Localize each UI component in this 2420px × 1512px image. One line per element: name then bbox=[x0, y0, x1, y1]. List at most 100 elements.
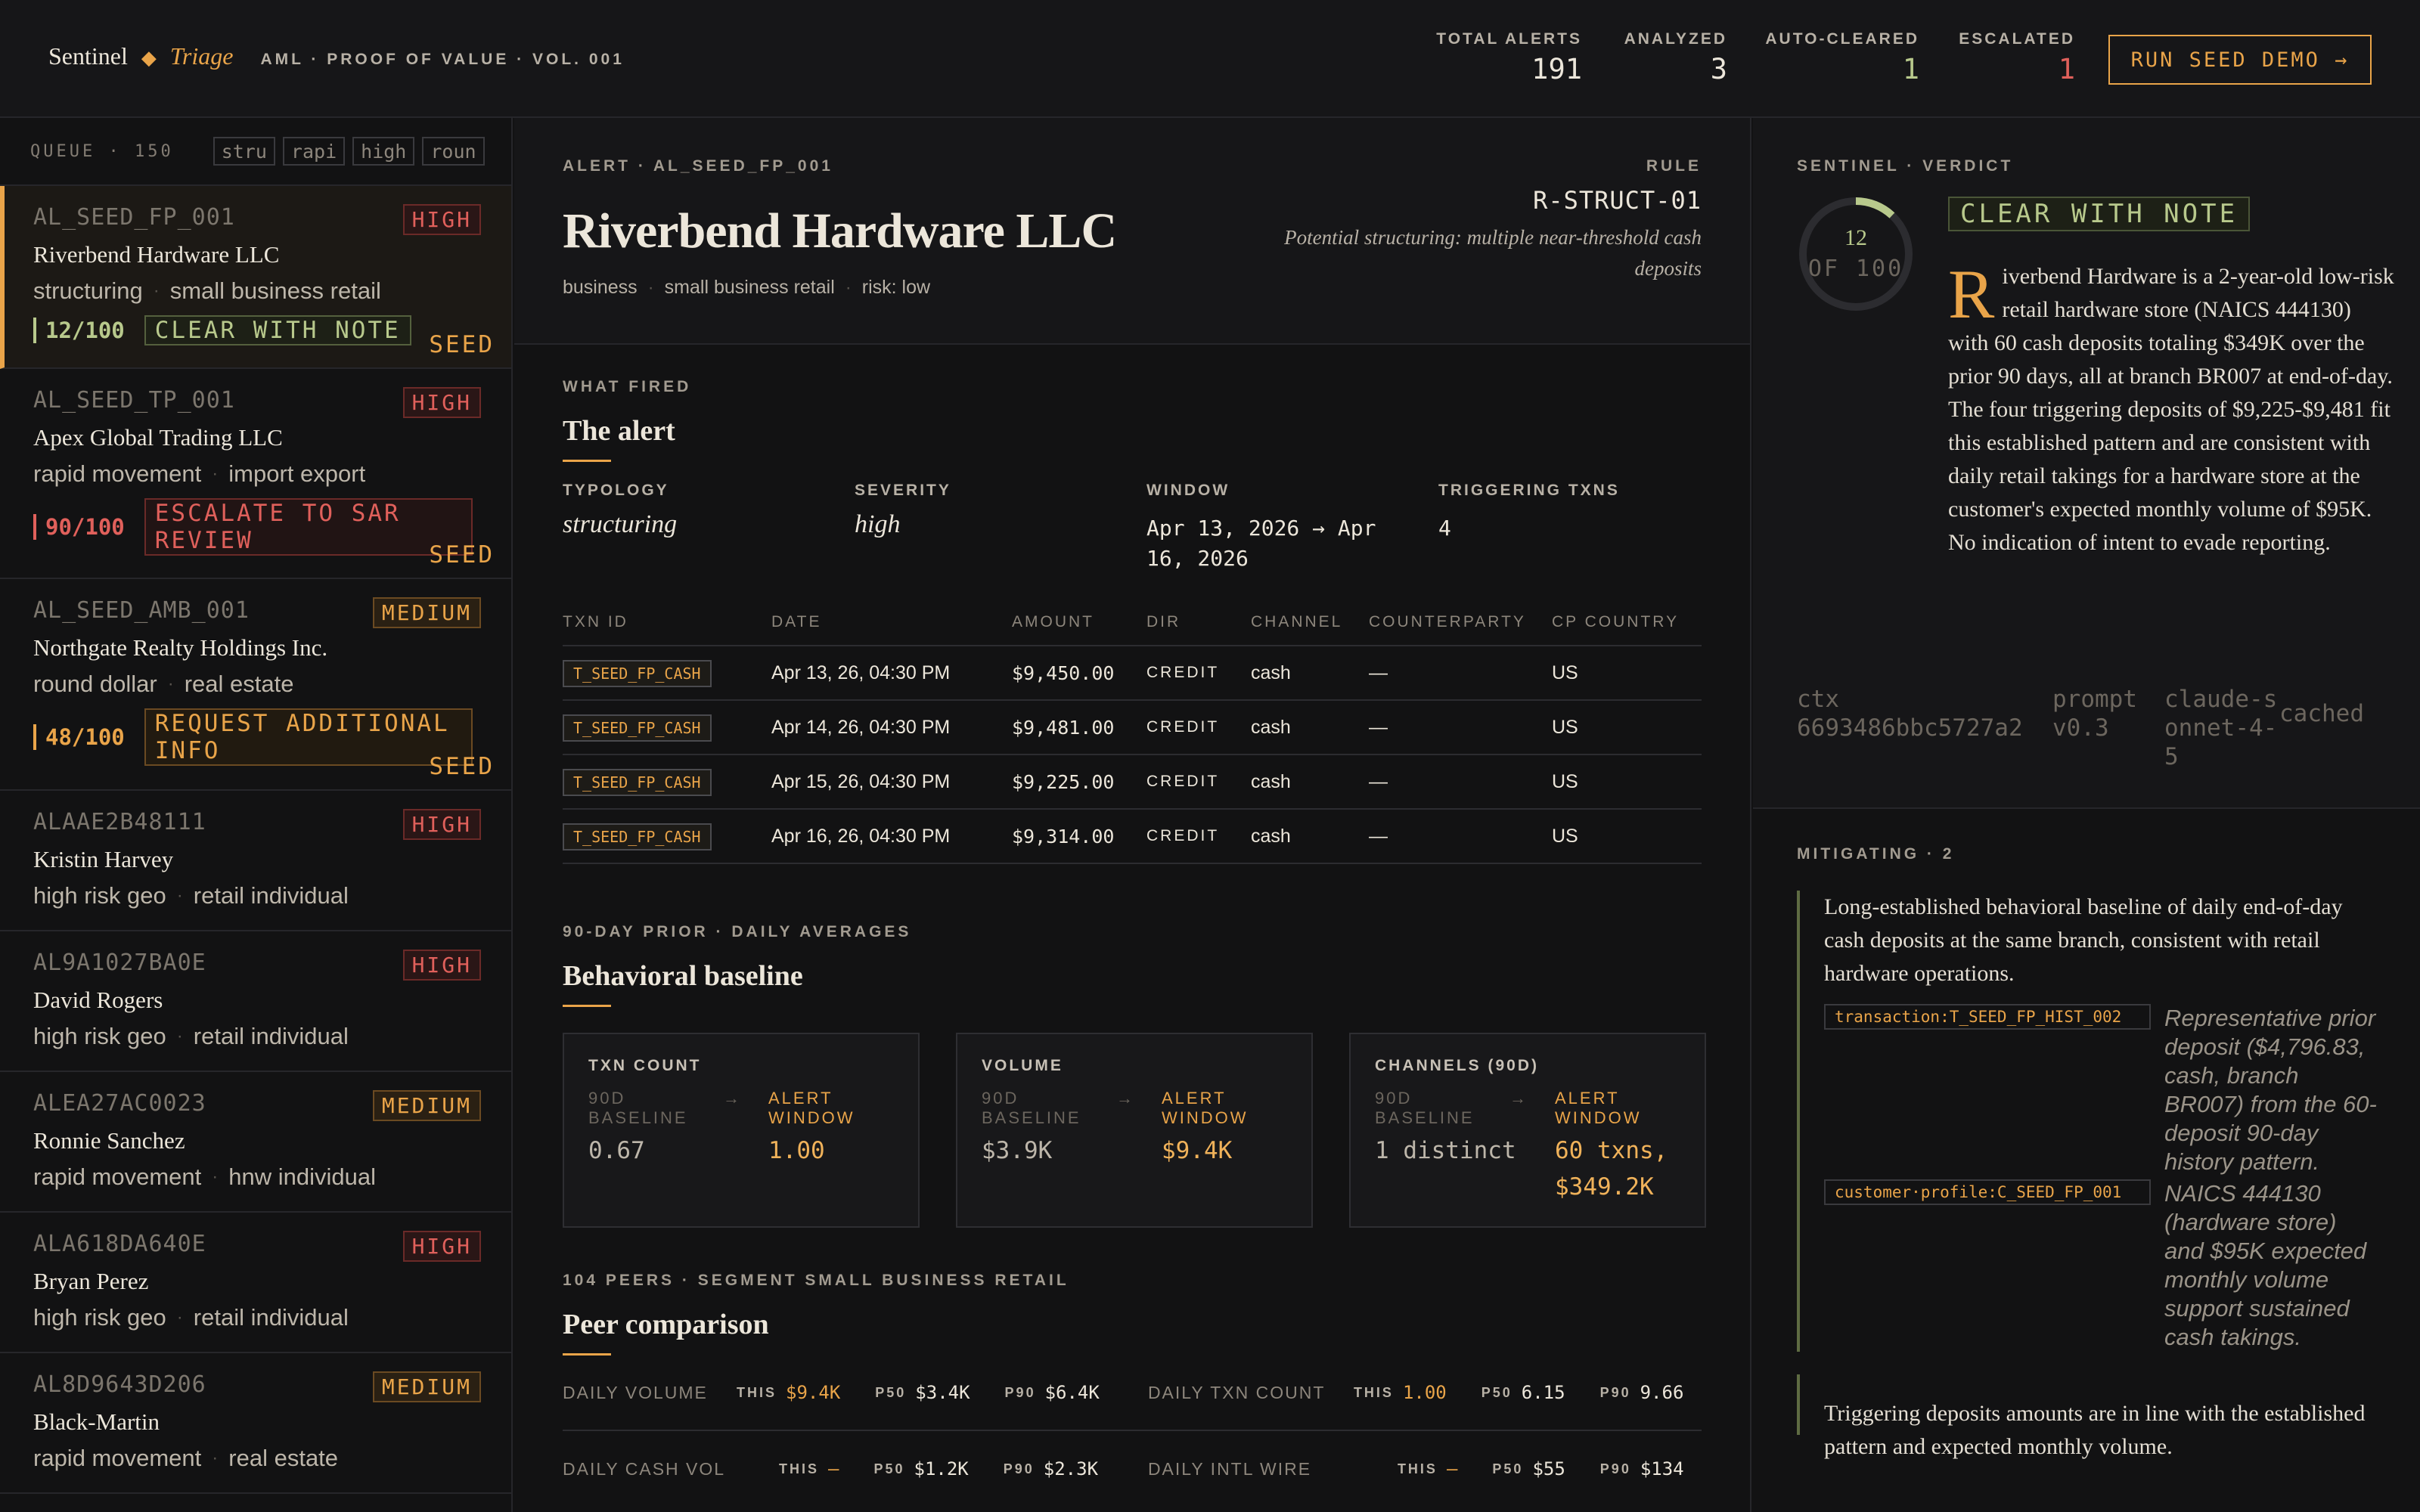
window-value: 1.00 bbox=[768, 1137, 825, 1164]
mitigating-section: MITIGATING · 2 Long-established behavior… bbox=[1753, 809, 2420, 1459]
this-label: THIS bbox=[1353, 1384, 1394, 1400]
table-row: T_SEED_FP_CASH Apr 15, 26, 04:30 PM $9,2… bbox=[563, 754, 1702, 810]
transactions-table: TXN ID DATE AMOUNT DIR CHANNEL COUNTERPA… bbox=[563, 613, 1702, 864]
card-label: CHANNELS (90D) bbox=[1375, 1057, 1540, 1074]
window-sublabel: ALERT WINDOW bbox=[1162, 1089, 1249, 1127]
p50-label: P50 bbox=[875, 1384, 907, 1400]
queue-item-tags: high risk geo · retail individual bbox=[33, 1304, 479, 1331]
window-sublabel: ALERT WINDOW bbox=[1555, 1089, 1642, 1127]
typology-tag: high risk geo bbox=[33, 882, 166, 909]
country-cell: US bbox=[1552, 809, 1702, 864]
baseline-sublabel: 90D BASELINE bbox=[588, 1089, 688, 1127]
table-row: T_SEED_FP_CASH Apr 13, 26, 04:30 PM $9,4… bbox=[563, 646, 1702, 701]
drop-cap: R bbox=[1948, 256, 1995, 333]
rule-code: R-STRUCT-01 bbox=[1533, 186, 1702, 215]
queue-item[interactable]: AL_SEED_TP_001 HIGH Apex Global Trading … bbox=[0, 369, 511, 579]
queue-item-score-row: 12/100 CLEAR WITH NOTE bbox=[33, 315, 479, 345]
cached-label: cached bbox=[2279, 700, 2364, 727]
txn-id-chip[interactable]: T_SEED_FP_CASH bbox=[563, 823, 712, 850]
peer-metric-daily-volume: DAILY VOLUME THIS $9.4K P50 $3.4K P90 $6.4K bbox=[563, 1382, 1148, 1403]
severity-badge: MEDIUM bbox=[372, 1090, 481, 1121]
customer-risk: risk: low bbox=[861, 277, 931, 298]
queue-item[interactable]: AL8D9643D206 MEDIUM Black-Martin rapid m… bbox=[0, 1353, 511, 1494]
evidence-ref-chip[interactable]: transaction:T_SEED_FP_HIST_002 bbox=[1824, 1004, 2151, 1030]
column-header: CHANNEL bbox=[1251, 613, 1369, 646]
txn-id-chip[interactable]: T_SEED_FP_CASH bbox=[563, 768, 712, 796]
txn-id-chip[interactable]: T_SEED_FP_CASH bbox=[563, 714, 712, 742]
verdict-rationale: Riverbend Hardware is a 2-year-old low-r… bbox=[1948, 256, 2394, 559]
field-typology: TYPOLOGY structuring bbox=[563, 482, 855, 574]
field-triggering-txns: TRIGGERING TXNS 4 bbox=[1438, 482, 1730, 574]
column-header: DIR bbox=[1146, 613, 1251, 646]
p50-label: P50 bbox=[1492, 1461, 1524, 1476]
run-seed-demo-button[interactable]: RUN SEED DEMO → bbox=[2108, 35, 2372, 85]
queue-item[interactable]: AL_SEED_AMB_001 MEDIUM Northgate Realty … bbox=[0, 579, 511, 791]
model-name: claude-sonnet-4-5 bbox=[2164, 686, 2278, 770]
top-bar: Sentinel ◆ Triage AML · PROOF OF VALUE ·… bbox=[0, 0, 2420, 118]
txn-id-chip[interactable]: T_SEED_FP_CASH bbox=[563, 659, 712, 687]
alert-queue: QUEUE · 150 stru rapi high roun AL_SEED_… bbox=[0, 118, 513, 1512]
baseline-card-channels: CHANNELS (90D) 90D BASELINE → ALERT WIND… bbox=[1349, 1033, 1706, 1228]
p90-label: P90 bbox=[1004, 1384, 1036, 1400]
country-cell: US bbox=[1552, 754, 1702, 810]
peer-metric-daily-cash-vol: DAILY CASH VOL THIS — P50 $1.2K P90 $2.3K bbox=[563, 1458, 1148, 1479]
p50-label: P50 bbox=[873, 1461, 905, 1476]
baseline-sublabel: 90D BASELINE bbox=[1375, 1089, 1475, 1127]
peer-row: DAILY VOLUME THIS $9.4K P50 $3.4K P90 $6.4K… bbox=[563, 1356, 1702, 1431]
table-header-row: TXN ID DATE AMOUNT DIR CHANNEL COUNTERPA… bbox=[563, 613, 1702, 646]
prompt-version: prompt v0.3 bbox=[2052, 685, 2164, 771]
typology-tag: high risk geo bbox=[33, 1023, 166, 1049]
typology-tag: rapid movement bbox=[33, 1163, 202, 1190]
score-gauge: 12 OF 100 bbox=[1797, 195, 1915, 313]
risk-score: 48/100 bbox=[33, 724, 125, 750]
rule-description: Potential structuring: multiple near-thr… bbox=[1284, 226, 1702, 280]
this-label: THIS bbox=[1397, 1461, 1438, 1476]
stat-auto-cleared: AUTO-CLEARED 1 bbox=[1758, 30, 1919, 85]
seed-label: SEED bbox=[429, 541, 495, 569]
txn-id-cell: T_SEED_FP_CASH bbox=[563, 754, 771, 810]
amount-cell: $9,225.00 bbox=[1012, 754, 1146, 810]
section-eyebrow: WHAT FIRED bbox=[563, 378, 692, 395]
stat-label: ESCALATED bbox=[1959, 30, 2075, 48]
risk-score: 12/100 bbox=[33, 318, 125, 343]
customer-type: business bbox=[563, 277, 638, 298]
alert-detail: ALERT · AL_SEED_FP_001 Riverbend Hardwar… bbox=[514, 118, 1751, 1512]
field-value: Apr 13, 2026 → Apr 16, 2026 bbox=[1146, 516, 1376, 571]
txn-id-cell: T_SEED_FP_CASH bbox=[563, 809, 771, 864]
severity-badge: MEDIUM bbox=[372, 1371, 481, 1402]
baseline-card-volume: VOLUME 90D BASELINE → ALERT WINDOW $3.9K… bbox=[956, 1033, 1313, 1228]
separator-dot: · bbox=[212, 463, 219, 484]
section-underline bbox=[563, 1005, 611, 1007]
queue-item[interactable]: ALAAE2B48111 HIGH Kristin Harvey high ri… bbox=[0, 791, 511, 931]
stat-label: ANALYZED bbox=[1624, 30, 1727, 48]
queue-item[interactable]: AL_SEED_FP_001 HIGH Riverbend Hardware L… bbox=[0, 186, 511, 369]
counterparty-cell: — bbox=[1369, 754, 1552, 810]
filter-chip[interactable]: high bbox=[352, 137, 415, 166]
queue-item-tags: rapid movement · real estate bbox=[33, 1445, 479, 1472]
mitigating-eyebrow: MITIGATING · 2 bbox=[1797, 845, 1955, 863]
card-label: TXN COUNT bbox=[588, 1057, 702, 1074]
stat-analyzed: ANALYZED 3 bbox=[1612, 30, 1727, 85]
rule-label: RULE bbox=[1646, 157, 1702, 175]
filter-chip[interactable]: rapi bbox=[282, 137, 346, 166]
what-fired-section: WHAT FIRED The alert TYPOLOGY structurin… bbox=[514, 378, 1750, 864]
queue-item-name: Black-Martin bbox=[33, 1408, 160, 1435]
this-label: THIS bbox=[737, 1384, 777, 1400]
section-eyebrow: 90-DAY PRIOR · DAILY AVERAGES bbox=[563, 923, 912, 940]
stat-value: 3 bbox=[1710, 53, 1727, 85]
queue-item[interactable]: ALA618DA640E HIGH Bryan Perez high risk … bbox=[0, 1213, 511, 1353]
channel-cell: cash bbox=[1251, 700, 1369, 755]
segment-tag: import export bbox=[228, 460, 366, 487]
filter-chip[interactable]: roun bbox=[422, 137, 485, 166]
separator-dot: · bbox=[167, 674, 174, 694]
baseline-cards: TXN COUNT 90D BASELINE → ALERT WINDOW 0.… bbox=[563, 1033, 1706, 1228]
evidence-ref-chip[interactable]: customer·profile:C_SEED_FP_001 bbox=[1824, 1179, 2151, 1205]
field-value: 4 bbox=[1438, 516, 1451, 541]
queue-item[interactable]: AL9A1027BA0E HIGH David Rogers high risk… bbox=[0, 931, 511, 1072]
country-cell: US bbox=[1552, 700, 1702, 755]
queue-item[interactable]: ALEA27AC0023 MEDIUM Ronnie Sanchez rapid… bbox=[0, 1072, 511, 1213]
queue-item-tags: rapid movement · hnw individual bbox=[33, 1163, 479, 1191]
filter-chip[interactable]: stru bbox=[213, 137, 275, 166]
p90-value: $2.3K bbox=[1043, 1458, 1099, 1479]
this-value: — bbox=[828, 1458, 839, 1479]
